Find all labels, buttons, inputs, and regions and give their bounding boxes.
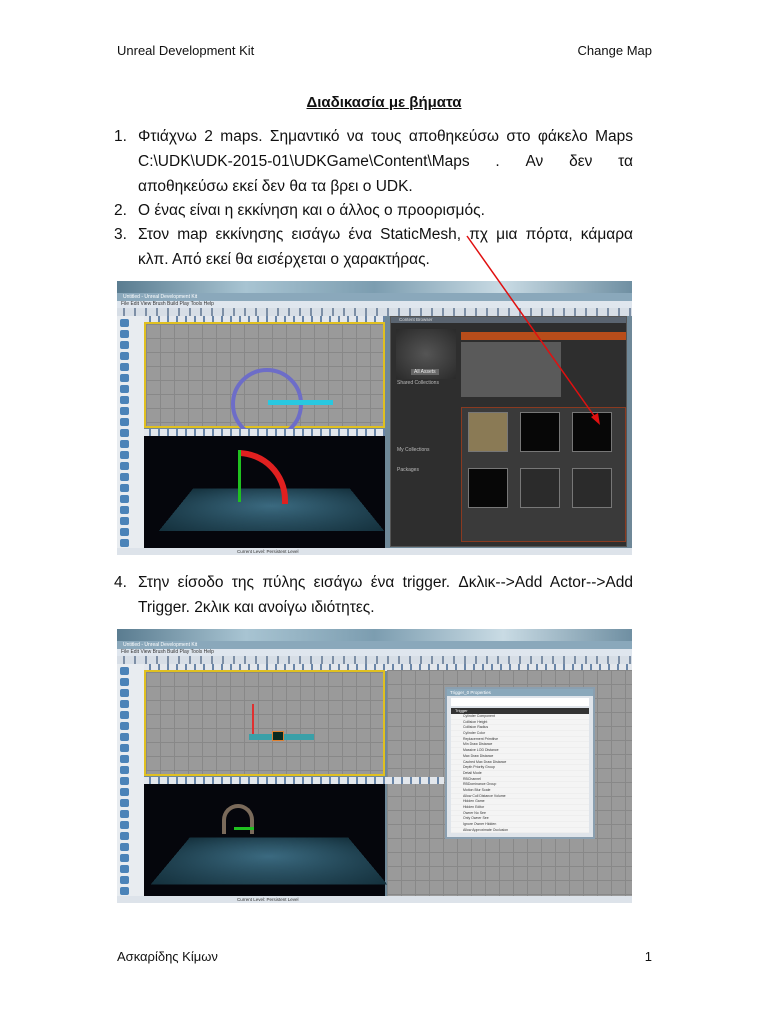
footer-author: Ασκαρίδης Κίμων bbox=[117, 949, 218, 964]
annotation-arrow bbox=[466, 235, 600, 425]
arrow-line bbox=[466, 235, 598, 421]
arrow-head-icon bbox=[591, 413, 600, 425]
footer-page-number: 1 bbox=[644, 949, 652, 964]
